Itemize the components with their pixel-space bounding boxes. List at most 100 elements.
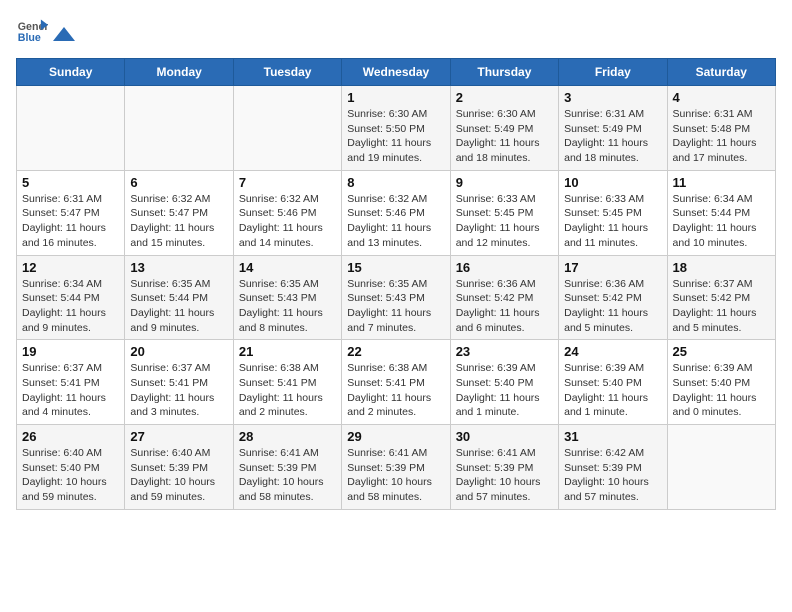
calendar-cell xyxy=(17,86,125,171)
calendar-cell: 19 Sunrise: 6:37 AMSunset: 5:41 PMDayligh… xyxy=(17,340,125,425)
calendar-cell: 10 Sunrise: 6:33 AMSunset: 5:45 PMDayligh… xyxy=(559,170,667,255)
calendar-cell: 5 Sunrise: 6:31 AMSunset: 5:47 PMDaylight… xyxy=(17,170,125,255)
day-number: 3 xyxy=(564,90,661,105)
day-number: 24 xyxy=(564,344,661,359)
day-of-week-header: Sunday xyxy=(17,59,125,86)
day-info: Sunrise: 6:37 AMSunset: 5:41 PMDaylight:… xyxy=(22,361,119,420)
day-info: Sunrise: 6:35 AMSunset: 5:44 PMDaylight:… xyxy=(130,277,227,336)
calendar-cell: 31 Sunrise: 6:42 AMSunset: 5:39 PMDayligh… xyxy=(559,425,667,510)
day-number: 2 xyxy=(456,90,553,105)
day-info: Sunrise: 6:40 AMSunset: 5:39 PMDaylight:… xyxy=(130,446,227,505)
day-of-week-header: Friday xyxy=(559,59,667,86)
calendar-cell: 22 Sunrise: 6:38 AMSunset: 5:41 PMDayligh… xyxy=(342,340,450,425)
day-info: Sunrise: 6:40 AMSunset: 5:40 PMDaylight:… xyxy=(22,446,119,505)
logo: General Blue xyxy=(16,16,77,48)
day-number: 19 xyxy=(22,344,119,359)
day-info: Sunrise: 6:32 AMSunset: 5:46 PMDaylight:… xyxy=(347,192,444,251)
calendar-cell: 18 Sunrise: 6:37 AMSunset: 5:42 PMDayligh… xyxy=(667,255,775,340)
day-info: Sunrise: 6:31 AMSunset: 5:48 PMDaylight:… xyxy=(673,107,770,166)
calendar-cell xyxy=(233,86,341,171)
calendar-cell: 7 Sunrise: 6:32 AMSunset: 5:46 PMDaylight… xyxy=(233,170,341,255)
day-number: 25 xyxy=(673,344,770,359)
day-number: 22 xyxy=(347,344,444,359)
calendar-cell: 27 Sunrise: 6:40 AMSunset: 5:39 PMDayligh… xyxy=(125,425,233,510)
calendar-cell: 4 Sunrise: 6:31 AMSunset: 5:48 PMDaylight… xyxy=(667,86,775,171)
day-info: Sunrise: 6:39 AMSunset: 5:40 PMDaylight:… xyxy=(456,361,553,420)
calendar-cell: 21 Sunrise: 6:38 AMSunset: 5:41 PMDayligh… xyxy=(233,340,341,425)
calendar-cell: 6Sunrise: 6:32 AMSunset: 5:47 PMDaylight… xyxy=(125,170,233,255)
calendar-week-row: 5 Sunrise: 6:31 AMSunset: 5:47 PMDaylight… xyxy=(17,170,776,255)
day-info: Sunrise: 6:42 AMSunset: 5:39 PMDaylight:… xyxy=(564,446,661,505)
day-info: Sunrise: 6:36 AMSunset: 5:42 PMDaylight:… xyxy=(456,277,553,336)
day-number: 27 xyxy=(130,429,227,444)
calendar-week-row: 26 Sunrise: 6:40 AMSunset: 5:40 PMDayligh… xyxy=(17,425,776,510)
day-info: Sunrise: 6:32 AMSunset: 5:47 PMDaylight:… xyxy=(130,192,227,251)
day-number: 5 xyxy=(22,175,119,190)
day-number: 8 xyxy=(347,175,444,190)
calendar-cell: 15Sunrise: 6:35 AMSunset: 5:43 PMDayligh… xyxy=(342,255,450,340)
day-of-week-header: Monday xyxy=(125,59,233,86)
calendar-cell: 11 Sunrise: 6:34 AMSunset: 5:44 PMDayligh… xyxy=(667,170,775,255)
day-info: Sunrise: 6:41 AMSunset: 5:39 PMDaylight:… xyxy=(456,446,553,505)
calendar-header-row: SundayMondayTuesdayWednesdayThursdayFrid… xyxy=(17,59,776,86)
day-info: Sunrise: 6:30 AMSunset: 5:50 PMDaylight:… xyxy=(347,107,444,166)
calendar-cell: 9 Sunrise: 6:33 AMSunset: 5:45 PMDaylight… xyxy=(450,170,558,255)
day-number: 23 xyxy=(456,344,553,359)
calendar-cell: 20Sunrise: 6:37 AMSunset: 5:41 PMDayligh… xyxy=(125,340,233,425)
calendar-week-row: 12 Sunrise: 6:34 AMSunset: 5:44 PMDayligh… xyxy=(17,255,776,340)
calendar-cell: 3 Sunrise: 6:31 AMSunset: 5:49 PMDaylight… xyxy=(559,86,667,171)
calendar-cell xyxy=(125,86,233,171)
day-info: Sunrise: 6:38 AMSunset: 5:41 PMDaylight:… xyxy=(347,361,444,420)
day-info: Sunrise: 6:38 AMSunset: 5:41 PMDaylight:… xyxy=(239,361,336,420)
calendar-cell: 1Sunrise: 6:30 AMSunset: 5:50 PMDaylight… xyxy=(342,86,450,171)
day-info: Sunrise: 6:36 AMSunset: 5:42 PMDaylight:… xyxy=(564,277,661,336)
day-of-week-header: Wednesday xyxy=(342,59,450,86)
calendar-cell: 2Sunrise: 6:30 AMSunset: 5:49 PMDaylight… xyxy=(450,86,558,171)
day-info: Sunrise: 6:41 AMSunset: 5:39 PMDaylight:… xyxy=(347,446,444,505)
day-number: 21 xyxy=(239,344,336,359)
day-of-week-header: Saturday xyxy=(667,59,775,86)
calendar-week-row: 19 Sunrise: 6:37 AMSunset: 5:41 PMDayligh… xyxy=(17,340,776,425)
calendar-cell: 25 Sunrise: 6:39 AMSunset: 5:40 PMDayligh… xyxy=(667,340,775,425)
day-number: 29 xyxy=(347,429,444,444)
day-number: 30 xyxy=(456,429,553,444)
calendar-cell: 30 Sunrise: 6:41 AMSunset: 5:39 PMDayligh… xyxy=(450,425,558,510)
day-info: Sunrise: 6:31 AMSunset: 5:49 PMDaylight:… xyxy=(564,107,661,166)
day-info: Sunrise: 6:33 AMSunset: 5:45 PMDaylight:… xyxy=(456,192,553,251)
day-number: 11 xyxy=(673,175,770,190)
day-number: 28 xyxy=(239,429,336,444)
svg-text:Blue: Blue xyxy=(18,32,41,44)
day-number: 18 xyxy=(673,260,770,275)
day-number: 13 xyxy=(130,260,227,275)
day-info: Sunrise: 6:37 AMSunset: 5:42 PMDaylight:… xyxy=(673,277,770,336)
day-number: 9 xyxy=(456,175,553,190)
day-info: Sunrise: 6:41 AMSunset: 5:39 PMDaylight:… xyxy=(239,446,336,505)
day-number: 12 xyxy=(22,260,119,275)
day-info: Sunrise: 6:34 AMSunset: 5:44 PMDaylight:… xyxy=(673,192,770,251)
day-number: 4 xyxy=(673,90,770,105)
day-number: 14 xyxy=(239,260,336,275)
logo-triangle xyxy=(53,27,75,41)
calendar-cell: 17 Sunrise: 6:36 AMSunset: 5:42 PMDayligh… xyxy=(559,255,667,340)
day-number: 10 xyxy=(564,175,661,190)
day-info: Sunrise: 6:37 AMSunset: 5:41 PMDaylight:… xyxy=(130,361,227,420)
day-info: Sunrise: 6:32 AMSunset: 5:46 PMDaylight:… xyxy=(239,192,336,251)
day-number: 17 xyxy=(564,260,661,275)
calendar-cell: 12 Sunrise: 6:34 AMSunset: 5:44 PMDayligh… xyxy=(17,255,125,340)
day-info: Sunrise: 6:34 AMSunset: 5:44 PMDaylight:… xyxy=(22,277,119,336)
calendar-cell: 14Sunrise: 6:35 AMSunset: 5:43 PMDayligh… xyxy=(233,255,341,340)
day-info: Sunrise: 6:33 AMSunset: 5:45 PMDaylight:… xyxy=(564,192,661,251)
day-of-week-header: Tuesday xyxy=(233,59,341,86)
page-header: General Blue xyxy=(16,16,776,48)
calendar-cell: 29 Sunrise: 6:41 AMSunset: 5:39 PMDayligh… xyxy=(342,425,450,510)
calendar-cell: 26 Sunrise: 6:40 AMSunset: 5:40 PMDayligh… xyxy=(17,425,125,510)
day-info: Sunrise: 6:39 AMSunset: 5:40 PMDaylight:… xyxy=(673,361,770,420)
calendar-cell xyxy=(667,425,775,510)
day-info: Sunrise: 6:31 AMSunset: 5:47 PMDaylight:… xyxy=(22,192,119,251)
day-number: 26 xyxy=(22,429,119,444)
calendar-table: SundayMondayTuesdayWednesdayThursdayFrid… xyxy=(16,58,776,510)
day-info: Sunrise: 6:39 AMSunset: 5:40 PMDaylight:… xyxy=(564,361,661,420)
logo-icon: General Blue xyxy=(16,16,48,48)
day-number: 31 xyxy=(564,429,661,444)
day-number: 7 xyxy=(239,175,336,190)
